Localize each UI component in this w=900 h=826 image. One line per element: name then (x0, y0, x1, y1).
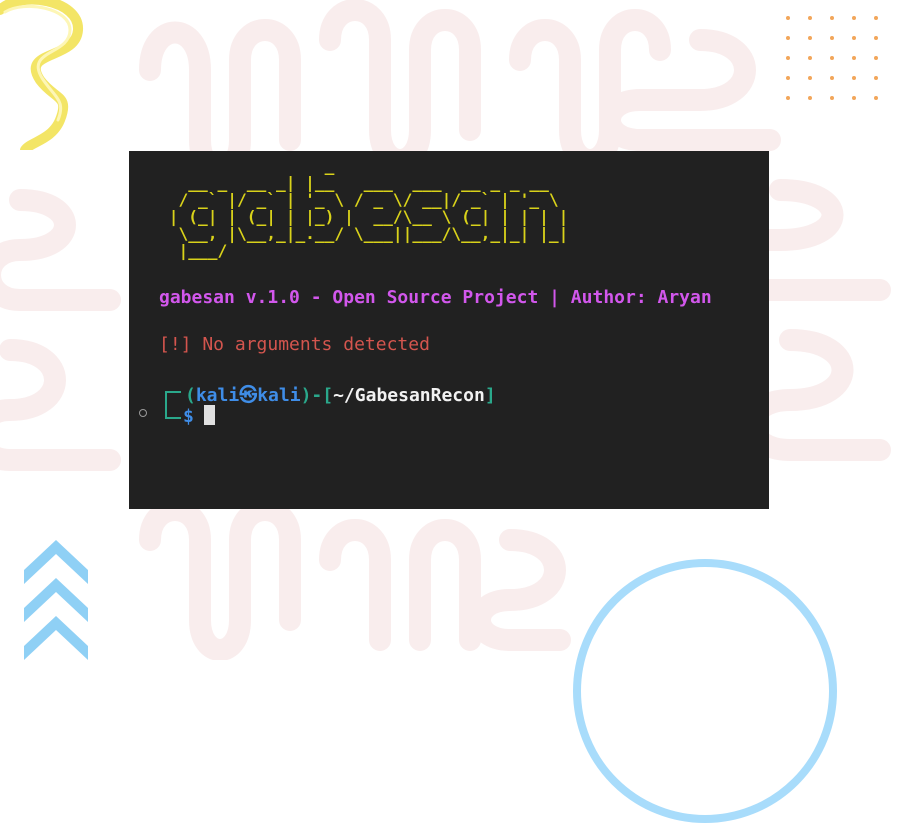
text-cursor[interactable] (203, 405, 215, 425)
blue-ring-icon (573, 559, 837, 823)
banner-text: gabesan v.1.0 - Open Source Project | Au… (159, 287, 712, 308)
blue-chevron-up-icon (24, 540, 88, 660)
prompt-close-paren: ) (300, 385, 312, 406)
prompt-at-symbol: ㉿ (239, 385, 258, 406)
prompt-path: ~/GabesanRecon (333, 385, 485, 406)
warning-message: [!] No arguments detected (159, 334, 430, 355)
prompt-header: (kali㉿kali)-[~/GabesanRecon] (165, 381, 496, 407)
prompt-dollar-symbol: $ (183, 406, 194, 427)
ascii-logo: _ __ _ __ _| |__ ___ ___ __ _ _ __ / _` … (168, 156, 569, 260)
prompt-path-open: -[ (311, 385, 334, 406)
prompt-open-paren: ( (185, 385, 196, 406)
gutter-status-icon (139, 409, 147, 417)
terminal-window[interactable]: _ __ _ __ _| |__ ___ ___ __ _ _ __ / _` … (129, 151, 769, 509)
yellow-ribbon-icon (0, 0, 83, 150)
prompt-path-close: ] (484, 385, 496, 406)
prompt-user: kali (195, 385, 240, 406)
orange-dot-grid-icon (786, 16, 878, 100)
prompt-host: kali (257, 385, 301, 406)
prompt-input-line[interactable]: $ (165, 405, 215, 427)
